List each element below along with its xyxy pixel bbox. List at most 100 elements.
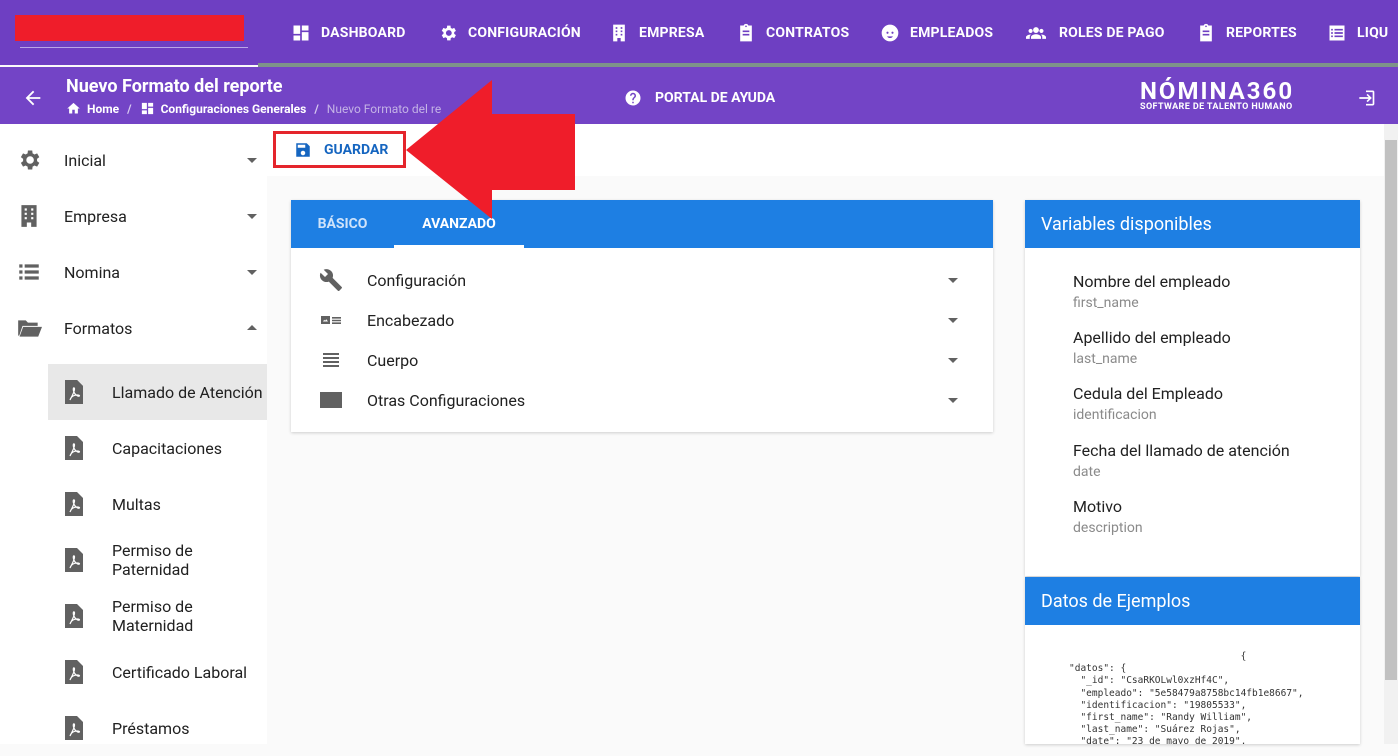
list-icon — [1329, 25, 1345, 40]
caret-down-icon — [247, 158, 257, 163]
help-circle-icon — [625, 90, 641, 106]
nav-roles-de-pago[interactable]: ROLES DE PAGO — [1023, 0, 1165, 65]
logo-redacted[interactable] — [15, 15, 244, 41]
wrench-icon — [319, 269, 342, 291]
variable-key: description — [1073, 520, 1143, 536]
variables-card-header: Variables disponibles — [1025, 200, 1360, 248]
sidebar-subitem-label: Llamado de Atención — [112, 382, 263, 402]
group-icon — [1026, 26, 1046, 39]
sidebar-subitem-certificado-laboral[interactable]: Certificado Laboral — [48, 644, 267, 700]
logo-underline — [20, 47, 248, 48]
section-otras-configuraciones[interactable]: Otras Configuraciones — [291, 380, 993, 420]
save-button-label: GUARDAR — [324, 141, 389, 158]
sidebar: Inicial Empresa Nomina Formatos Llamado … — [0, 124, 267, 744]
nav-contratos[interactable]: CONTRATOS — [736, 0, 849, 65]
section-configuracion[interactable]: Configuración — [291, 260, 993, 300]
caret-down-icon — [948, 318, 958, 323]
editor-tabs: BÁSICO AVANZADO — [291, 200, 993, 248]
section-label: Cuerpo — [367, 350, 419, 370]
pdf-file-icon — [65, 604, 83, 628]
pdf-file-icon — [65, 660, 83, 684]
tab-basico[interactable]: BÁSICO — [291, 200, 394, 248]
face-icon — [881, 24, 899, 41]
sidebar-subitem-multas[interactable]: Multas — [48, 476, 267, 532]
section-label: Configuración — [367, 270, 467, 290]
gear-icon — [20, 150, 40, 170]
back-arrow-icon[interactable] — [22, 87, 44, 109]
sidebar-subitem-label: Permiso de Maternidad — [112, 597, 194, 635]
section-cuerpo[interactable]: Cuerpo — [291, 340, 993, 380]
pdf-file-icon — [65, 436, 83, 460]
sidebar-item-formatos[interactable]: Formatos — [0, 300, 267, 356]
gear-icon — [441, 25, 456, 40]
variable-name: Fecha del llamado de atención — [1073, 441, 1290, 460]
variable-item: Cedula del Empleado identificacion — [1073, 384, 1223, 423]
sidebar-subitem-permiso-de-maternidad[interactable]: Permiso de Maternidad — [48, 588, 267, 644]
nav-liquidaciones-label: LIQU — [1357, 24, 1389, 41]
sidebar-item-inicial[interactable]: Inicial — [0, 132, 267, 188]
sidebar-item-empresa[interactable]: Empresa — [0, 188, 267, 244]
example-json-code: { "datos": { "_id": "CsaRKOLwl0xzHf4C", … — [1069, 651, 1304, 744]
variable-key: identificacion — [1073, 407, 1157, 423]
nav-liquidaciones[interactable]: LIQU — [1327, 0, 1388, 65]
variable-name: Apellido del empleado — [1073, 328, 1231, 347]
nav-empresa-label: EMPRESA — [639, 24, 705, 41]
pdf-file-icon — [65, 492, 83, 516]
sidebar-subitem-llamado-de-atencion[interactable]: Llamado de Atención — [48, 364, 267, 420]
sidebar-item-label: Formatos — [64, 318, 133, 338]
nav-empleados[interactable]: EMPLEADOS — [880, 0, 993, 65]
section-label: Encabezado — [367, 310, 455, 330]
dashboard-icon — [141, 102, 153, 115]
nav-dashboard[interactable]: DASHBOARD — [291, 0, 406, 65]
variables-card: Variables disponibles Nombre del emplead… — [1025, 200, 1360, 576]
caret-down-icon — [948, 398, 958, 403]
save-icon — [296, 142, 310, 157]
editor-card: BÁSICO AVANZADO Configuración Encabezado… — [291, 200, 993, 432]
examples-title: Datos de Ejemplos — [1041, 590, 1191, 612]
breadcrumb-home[interactable]: Home — [87, 102, 119, 116]
sidebar-subitem-label: Certificado Laboral — [112, 662, 248, 682]
sidebar-item-nomina[interactable]: Nomina — [0, 244, 267, 300]
section-encabezado[interactable]: Encabezado — [291, 300, 993, 340]
variables-title: Variables disponibles — [1041, 213, 1212, 235]
tab-active-indicator — [394, 245, 524, 248]
save-button[interactable]: GUARDAR — [273, 131, 406, 168]
nav-empresa[interactable]: EMPRESA — [609, 0, 704, 65]
help-label: PORTAL DE AYUDA — [655, 90, 776, 106]
nav-dashboard-label: DASHBOARD — [321, 24, 406, 41]
caret-up-icon — [247, 325, 257, 330]
logout-icon[interactable] — [1356, 88, 1376, 108]
breadcrumb-separator: / — [314, 101, 319, 116]
variable-item: Apellido del empleado last_name — [1073, 328, 1231, 367]
page-scrollbar-thumb[interactable] — [1385, 140, 1397, 680]
help-portal-link[interactable]: PORTAL DE AYUDA — [624, 89, 775, 107]
folder-open-icon — [18, 320, 42, 337]
nav-configuracion-label: CONFIGURACIÓN — [468, 24, 581, 41]
sidebar-item-label: Empresa — [64, 206, 127, 226]
caret-down-icon — [948, 358, 958, 363]
caret-down-icon — [948, 278, 958, 283]
variable-item: Motivo description — [1073, 497, 1143, 536]
page-title: Nuevo Formato del reporte — [66, 76, 283, 97]
dashboard-icon — [293, 25, 309, 40]
home-icon — [67, 102, 80, 114]
breadcrumb-configuraciones[interactable]: Configuraciones Generales — [161, 102, 307, 116]
nav-roles-de-pago-label: ROLES DE PAGO — [1059, 24, 1165, 41]
sidebar-subitem-permiso-de-paternidad[interactable]: Permiso de Paternidad — [48, 532, 267, 588]
variable-key: first_name — [1073, 295, 1139, 311]
page-header: Nuevo Formato del reporte Home / Configu… — [0, 67, 1398, 124]
nav-reportes[interactable]: REPORTES — [1196, 0, 1297, 65]
variable-name: Motivo — [1073, 497, 1122, 516]
list-icon — [19, 264, 39, 280]
section-label: Otras Configuraciones — [367, 390, 526, 410]
breadcrumb: Home / Configuraciones Generales / Nuevo… — [66, 101, 441, 116]
text-lines-icon — [323, 353, 339, 367]
nav-empleados-label: EMPLEADOS — [910, 24, 994, 41]
red-arrow-annotation — [406, 80, 575, 219]
sidebar-subitem-capacitaciones[interactable]: Capacitaciones — [48, 420, 267, 476]
nav-configuracion[interactable]: CONFIGURACIÓN — [438, 0, 581, 65]
variable-name: Cedula del Empleado — [1073, 384, 1224, 403]
clipboard-icon — [1200, 23, 1212, 41]
id-card-icon — [321, 316, 341, 324]
sidebar-subitem-prestamos[interactable]: Préstamos — [48, 700, 267, 756]
